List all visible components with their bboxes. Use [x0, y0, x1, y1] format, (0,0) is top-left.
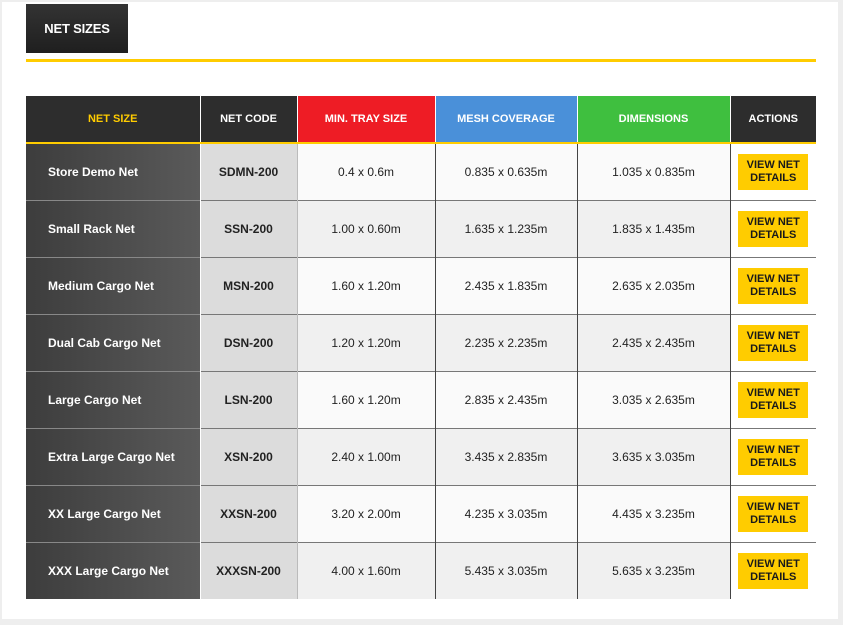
mesh-coverage-cell: 0.835 x 0.635m [434, 142, 577, 201]
net-size-cell: XX Large Cargo Net [26, 485, 200, 543]
actions-cell: VIEW NET DETAILS [729, 257, 816, 315]
net-code-cell: MSN-200 [199, 257, 298, 315]
table-row: XXX Large Cargo Net XXXSN-200 4.00 x 1.60m… [26, 542, 816, 599]
view-net-details-button[interactable]: VIEW NET DETAILS [738, 211, 809, 247]
min-tray-size-cell: 4.00 x 1.60m [296, 542, 435, 599]
min-tray-size-cell: 2.40 x 1.00m [296, 428, 435, 486]
dimensions-cell: 2.435 x 2.435m [576, 314, 730, 372]
min-tray-size-cell: 0.4 x 0.6m [296, 142, 435, 201]
net-code-cell: XXXSN-200 [199, 542, 298, 599]
net-code-cell: LSN-200 [199, 371, 298, 429]
header-dimensions: DIMENSIONS [576, 96, 730, 144]
net-size-cell: Store Demo Net [26, 142, 200, 201]
net-sizes-table: NET SIZE NET CODE MIN. TRAY SIZE MESH CO… [26, 96, 816, 599]
net-code-cell: XSN-200 [199, 428, 298, 486]
mesh-coverage-cell: 4.235 x 3.035m [434, 485, 577, 543]
min-tray-size-cell: 1.60 x 1.20m [296, 257, 435, 315]
header-net-size: NET SIZE [26, 96, 200, 144]
min-tray-size-cell: 1.00 x 0.60m [296, 200, 435, 258]
table-row: Dual Cab Cargo Net DSN-200 1.20 x 1.20m 2.2… [26, 314, 816, 372]
table-row: Extra Large Cargo Net XSN-200 2.40 x 1.00m… [26, 428, 816, 486]
tab-underline-divider [26, 59, 816, 62]
table-row: Medium Cargo Net MSN-200 1.60 x 1.20m 2.435… [26, 257, 816, 315]
actions-cell: VIEW NET DETAILS [729, 200, 816, 258]
view-net-details-button[interactable]: VIEW NET DETAILS [738, 325, 809, 361]
dimensions-cell: 2.635 x 2.035m [576, 257, 730, 315]
net-sizes-panel: NET SIZES NET SIZE NET CODE MIN. TRAY SI… [2, 2, 838, 619]
min-tray-size-cell: 1.60 x 1.20m [296, 371, 435, 429]
table-row: Small Rack Net SSN-200 1.00 x 0.60m 1.635 x… [26, 200, 816, 258]
actions-cell: VIEW NET DETAILS [729, 485, 816, 543]
view-net-details-button[interactable]: VIEW NET DETAILS [738, 268, 809, 304]
table-row: Large Cargo Net LSN-200 1.60 x 1.20m 2.835 … [26, 371, 816, 429]
mesh-coverage-cell: 1.635 x 1.235m [434, 200, 577, 258]
net-code-cell: DSN-200 [199, 314, 298, 372]
net-size-cell: Dual Cab Cargo Net [26, 314, 200, 372]
mesh-coverage-cell: 3.435 x 2.835m [434, 428, 577, 486]
table-row: XX Large Cargo Net XXSN-200 3.20 x 2.00m 4.… [26, 485, 816, 543]
table-header-row: NET SIZE NET CODE MIN. TRAY SIZE MESH CO… [26, 96, 816, 144]
actions-cell: VIEW NET DETAILS [729, 542, 816, 599]
view-net-details-button[interactable]: VIEW NET DETAILS [738, 382, 809, 418]
mesh-coverage-cell: 2.835 x 2.435m [434, 371, 577, 429]
dimensions-cell: 3.635 x 3.035m [576, 428, 730, 486]
net-size-cell: Medium Cargo Net [26, 257, 200, 315]
header-min-tray-size: MIN. TRAY SIZE [296, 96, 435, 144]
actions-cell: VIEW NET DETAILS [729, 371, 816, 429]
net-sizes-tab[interactable]: NET SIZES [26, 4, 128, 53]
net-code-cell: XXSN-200 [199, 485, 298, 543]
view-net-details-button[interactable]: VIEW NET DETAILS [738, 553, 809, 589]
min-tray-size-cell: 3.20 x 2.00m [296, 485, 435, 543]
mesh-coverage-cell: 5.435 x 3.035m [434, 542, 577, 599]
mesh-coverage-cell: 2.435 x 1.835m [434, 257, 577, 315]
net-code-cell: SDMN-200 [199, 142, 298, 201]
dimensions-cell: 5.635 x 3.235m [576, 542, 730, 599]
header-net-code: NET CODE [199, 96, 297, 144]
actions-cell: VIEW NET DETAILS [729, 428, 816, 486]
dimensions-cell: 1.035 x 0.835m [576, 142, 730, 201]
net-size-cell: XXX Large Cargo Net [26, 542, 200, 599]
actions-cell: VIEW NET DETAILS [729, 142, 816, 201]
header-actions: ACTIONS [729, 96, 816, 144]
net-code-cell: SSN-200 [199, 200, 298, 258]
net-size-cell: Large Cargo Net [26, 371, 200, 429]
net-size-cell: Small Rack Net [26, 200, 200, 258]
mesh-coverage-cell: 2.235 x 2.235m [434, 314, 577, 372]
min-tray-size-cell: 1.20 x 1.20m [296, 314, 435, 372]
net-size-cell: Extra Large Cargo Net [26, 428, 200, 486]
view-net-details-button[interactable]: VIEW NET DETAILS [738, 439, 809, 475]
actions-cell: VIEW NET DETAILS [729, 314, 816, 372]
view-net-details-button[interactable]: VIEW NET DETAILS [738, 496, 809, 532]
dimensions-cell: 3.035 x 2.635m [576, 371, 730, 429]
dimensions-cell: 4.435 x 3.235m [576, 485, 730, 543]
table-row: Store Demo Net SDMN-200 0.4 x 0.6m 0.835 x … [26, 142, 816, 201]
view-net-details-button[interactable]: VIEW NET DETAILS [738, 154, 809, 190]
header-mesh-coverage: MESH COVERAGE [434, 96, 577, 144]
dimensions-cell: 1.835 x 1.435m [576, 200, 730, 258]
